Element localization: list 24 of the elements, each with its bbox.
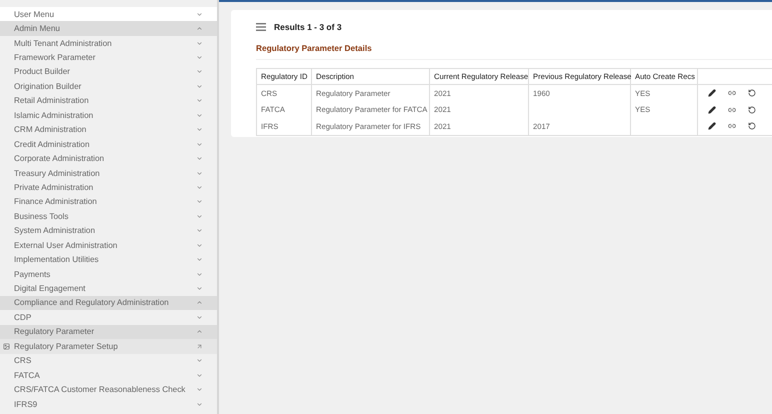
edit-icon[interactable] [708, 106, 716, 114]
chevron-up-icon [196, 25, 203, 32]
link-icon[interactable] [728, 89, 736, 98]
menu-item[interactable]: Admin Menu [0, 21, 217, 36]
link-icon[interactable] [728, 122, 736, 130]
menu-item[interactable]: Regulatory Parameter [0, 324, 217, 340]
chevron-up-icon [196, 299, 203, 306]
menu-item[interactable]: Regulatory Parameter Setup [0, 339, 217, 354]
section-title: Regulatory Parameter Details [256, 43, 772, 60]
menu-item[interactable]: Compliance and Regulatory Administration [0, 296, 217, 310]
link-icon[interactable] [728, 106, 736, 114]
image-icon [3, 342, 10, 350]
undo-icon[interactable] [748, 122, 756, 130]
edit-icon[interactable] [708, 122, 716, 130]
menu-icon[interactable] [256, 23, 266, 31]
edit-icon[interactable] [708, 89, 716, 98]
undo-icon[interactable] [748, 89, 756, 98]
chevron-down-icon [196, 314, 203, 321]
results-count: Results 1 - 3 of 3 [274, 22, 342, 32]
undo-icon[interactable] [748, 106, 756, 114]
chevron-up-icon [196, 328, 203, 336]
arrow-icon [196, 342, 203, 350]
menu-item[interactable]: User Menu [0, 7, 217, 22]
chevron-down-icon [196, 10, 203, 18]
